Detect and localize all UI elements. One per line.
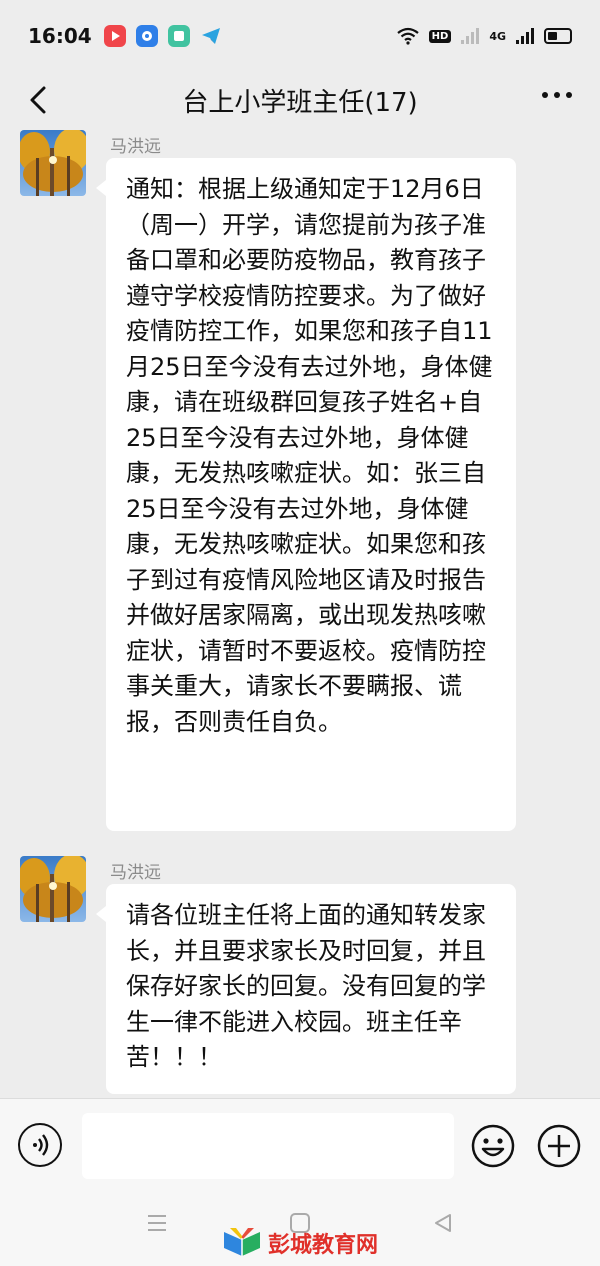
chat-title: 台上小学班主任(17) xyxy=(182,87,418,118)
emoji-icon xyxy=(471,1124,515,1168)
message-item: 马洪远 请各位班主任将上面的通知转发家长，并且要求家长及时回复，并且保存好家长的… xyxy=(20,856,580,1096)
red-play-app-icon xyxy=(104,25,126,47)
message-bubble[interactable]: 请各位班主任将上面的通知转发家长，并且要求家长及时回复，并且保存好家长的回复。没… xyxy=(96,884,516,1094)
watermark: 彭城教育网 xyxy=(222,1226,378,1260)
plus-icon xyxy=(537,1124,581,1168)
recent-apps-button[interactable] xyxy=(146,1212,168,1238)
message-item: 马洪远 通知：根据上级通知定于12月6日（周一）开学，请您提前为孩子准备口罩和必… xyxy=(20,130,580,831)
more-dots-icon xyxy=(542,92,548,98)
status-time: 16:04 xyxy=(28,24,92,48)
back-triangle-icon xyxy=(435,1214,451,1232)
hd-voice-badge: HD xyxy=(428,29,452,43)
books-logo-icon xyxy=(224,1228,260,1256)
green-square-app-icon xyxy=(168,25,190,47)
menu-icon xyxy=(148,1215,166,1231)
avatar[interactable] xyxy=(20,130,86,196)
battery-icon xyxy=(544,28,572,44)
signal-bars-icon xyxy=(461,28,480,44)
watermark-text: 彭城教育网 xyxy=(268,1233,379,1258)
system-back-button[interactable] xyxy=(432,1212,454,1238)
telegram-app-icon xyxy=(200,25,222,47)
sender-name: 马洪远 xyxy=(110,863,161,883)
more-functions-button[interactable] xyxy=(536,1123,582,1169)
voice-input-button[interactable] xyxy=(18,1123,62,1167)
message-input[interactable] xyxy=(82,1113,454,1179)
avatar[interactable] xyxy=(20,856,86,922)
status-bar: 16:04 HD 4G xyxy=(0,0,600,72)
system-indicators: HD 4G xyxy=(396,27,572,45)
input-bar xyxy=(0,1098,600,1194)
sender-name: 马洪远 xyxy=(110,137,161,157)
notification-icons xyxy=(104,25,222,47)
wifi-icon xyxy=(396,27,419,45)
network-type: 4G xyxy=(489,29,506,43)
voice-icon xyxy=(33,1134,49,1156)
more-options-button[interactable] xyxy=(542,92,572,98)
chevron-left-icon xyxy=(30,86,46,114)
signal-bars-icon xyxy=(516,28,534,44)
back-button[interactable] xyxy=(20,80,60,120)
emoji-button[interactable] xyxy=(470,1123,516,1169)
message-bubble[interactable]: 通知：根据上级通知定于12月6日（周一）开学，请您提前为孩子准备口罩和必要防疫物… xyxy=(96,158,516,831)
chat-header: 台上小学班主任(17) xyxy=(0,72,600,128)
blue-circle-app-icon xyxy=(136,25,158,47)
